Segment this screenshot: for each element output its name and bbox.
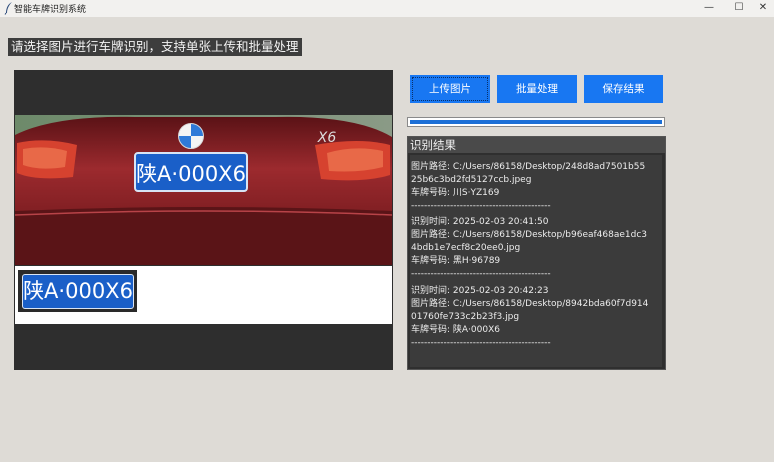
- result-line: 图片路径: C:/Users/86158/Desktop/248d8ad7501…: [411, 162, 646, 172]
- minimize-button[interactable]: —: [694, 0, 724, 17]
- result-separator: ----------------------------------------…: [411, 338, 551, 348]
- save-results-button[interactable]: 保存结果: [584, 75, 663, 103]
- cropped-plate-image: 陕A·000X6: [18, 270, 137, 312]
- car-plate-text: 陕A·000X6: [136, 162, 246, 186]
- close-button[interactable]: ✕: [748, 0, 774, 17]
- result-line: 图片路径: C:/Users/86158/Desktop/b96eaf468ae…: [411, 230, 648, 240]
- result-line: 图片路径: C:/Users/86158/Desktop/8942bda60f7…: [411, 299, 649, 309]
- result-separator: ----------------------------------------…: [411, 201, 551, 211]
- results-panel: 识别结果 图片路径: C:/Users/86158/Desktop/248d8a…: [407, 136, 666, 370]
- results-title: 识别结果: [408, 137, 665, 153]
- result-line: 车牌号码: 陕A·000X6: [411, 325, 500, 335]
- cropped-plate-text: 陕A·000X6: [22, 274, 134, 309]
- window-title: 智能车牌识别系统: [14, 5, 87, 15]
- title-bar: 智能车牌识别系统 — ☐ ✕: [0, 0, 774, 17]
- result-line: 车牌号码: 川S·YZ169: [411, 188, 500, 198]
- result-separator: ----------------------------------------…: [411, 269, 551, 279]
- result-line: 4bdb1e7ecf8c20ee0.jpg: [411, 243, 521, 253]
- upload-image-button[interactable]: 上传图片: [410, 75, 490, 103]
- progress-bar: [407, 117, 665, 127]
- batch-process-button[interactable]: 批量处理: [497, 75, 577, 103]
- results-text-area[interactable]: 图片路径: C:/Users/86158/Desktop/248d8ad7501…: [410, 155, 662, 367]
- car-photo: 陕A·000X6 X6: [15, 115, 392, 265]
- result-line: 识别时间: 2025-02-03 20:41:50: [411, 217, 549, 227]
- result-line: 25b6c3bd2fd5127ccb.jpeg: [411, 175, 532, 185]
- progress-fill: [410, 120, 662, 124]
- car-badge-text: X6: [317, 130, 337, 146]
- instruction-label: 请选择图片进行车牌识别，支持单张上传和批量处理: [8, 38, 302, 56]
- image-display-panel: 陕A·000X6 X6 陕A·000X6: [14, 70, 393, 370]
- result-line: 车牌号码: 黑H·96789: [411, 256, 501, 266]
- result-line: 识别时间: 2025-02-03 20:42:23: [411, 286, 549, 296]
- plate-crop-strip: 陕A·000X6: [15, 266, 392, 324]
- result-line: 01760fe733c2b23f3.jpg: [411, 312, 520, 322]
- car-rear-image: 陕A·000X6 X6: [15, 115, 392, 265]
